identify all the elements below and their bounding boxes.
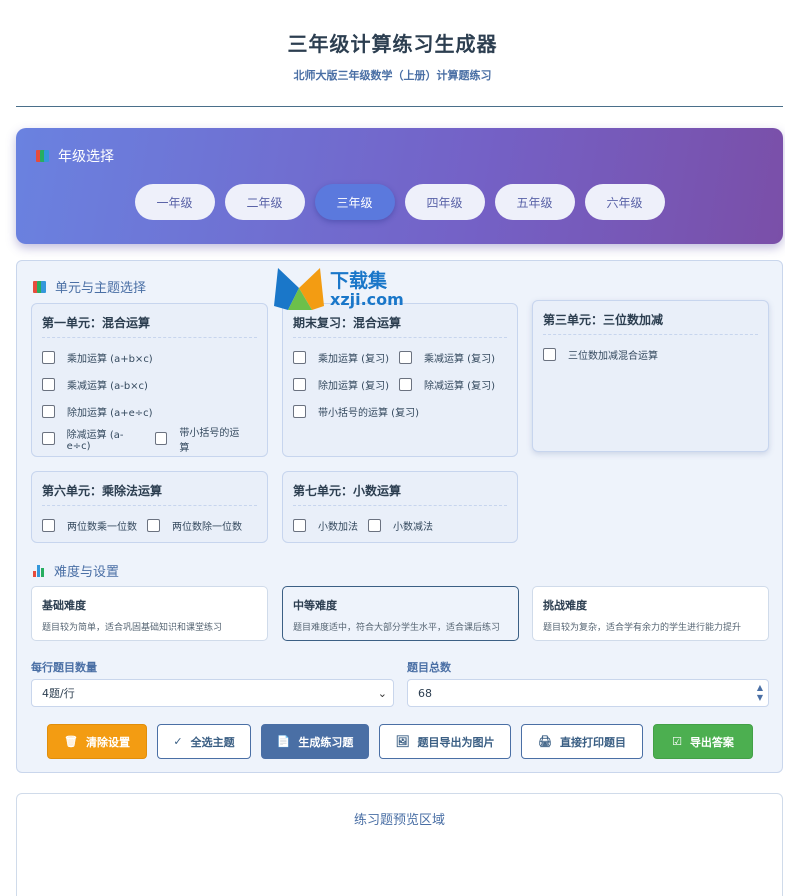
unit-card-7: 第七单元：小数运算 小数加法 小数减法 <box>282 471 518 543</box>
bar-chart-icon <box>33 564 46 577</box>
image-icon: 🖼 <box>395 735 410 748</box>
clear-settings-button[interactable]: 🗑 清除设置 <box>47 724 147 759</box>
generate-button[interactable]: 📄 生成练习题 <box>261 724 369 759</box>
unit-card-6: 第六单元：乘除法运算 两位数乘一位数 两位数除一位数 <box>31 471 268 543</box>
topic-checkbox[interactable] <box>42 432 55 445</box>
watermark-name: 下载集 <box>330 270 388 292</box>
topic-checkbox[interactable] <box>42 351 55 364</box>
difficulty-challenge[interactable]: 挑战难度 题目较为复杂，适合学有余力的学生进行能力提升 <box>532 586 769 641</box>
books-icon <box>36 150 50 162</box>
page-subtitle: 北师大版三年级数学（上册）计算题练习 <box>293 69 492 82</box>
per-row-select[interactable]: 4题/行 ⌄ <box>31 679 394 707</box>
topic-checkbox[interactable] <box>154 432 168 445</box>
topic-checkbox[interactable] <box>293 519 306 532</box>
preview-title: 练习题预览区域 <box>353 813 445 828</box>
topic-checkbox[interactable] <box>42 519 55 532</box>
topic-option[interactable]: 乘减运算 (a-b×c) <box>42 377 148 392</box>
grade-panel: 年级选择 一年级 二年级 三年级 四年级 五年级 六年级 <box>16 128 783 244</box>
difficulty-title: 挑战难度 <box>543 599 587 612</box>
document-icon: 📄 <box>276 735 291 748</box>
page-title: 三年级计算练习生成器 <box>287 32 498 56</box>
topic-checkbox[interactable] <box>398 378 412 391</box>
grade-section-label: 年级选择 <box>58 149 114 165</box>
topic-option[interactable]: 两位数乘一位数 <box>42 518 137 533</box>
topic-option[interactable]: 除加运算 (a+e÷c) <box>42 404 153 419</box>
header-divider <box>16 106 783 107</box>
books-icon <box>33 280 47 293</box>
difficulty-basic[interactable]: 基础难度 题目较为简单，适合巩固基础知识和课堂练习 <box>31 586 268 641</box>
preview-area: 练习题预览区域 <box>16 793 783 896</box>
grade-tab-2[interactable]: 二年级 <box>224 184 305 220</box>
spinner-icon[interactable]: ▲ ▼ <box>757 683 763 703</box>
grade-tab-4[interactable]: 四年级 <box>404 184 485 220</box>
watermark-logo-icon <box>274 268 324 310</box>
topic-option[interactable]: 带小括号的运算 (复习) <box>293 404 419 419</box>
unit-title: 第六单元：乘除法运算 <box>42 482 257 506</box>
per-row-label: 每行题目数量 <box>31 661 97 674</box>
difficulty-section-label: 难度与设置 <box>54 565 120 580</box>
unit-title: 期末复习：混合运算 <box>293 314 507 338</box>
topic-checkbox[interactable] <box>368 519 381 532</box>
difficulty-desc: 题目难度适中，符合大部分学生水平，适合课后练习 <box>293 623 501 633</box>
difficulty-desc: 题目较为简单，适合巩固基础知识和课堂练习 <box>42 623 223 633</box>
topic-option[interactable]: 除减运算 (a-e÷c) <box>42 426 145 452</box>
difficulty-section-header: 难度与设置 <box>33 561 119 580</box>
topic-checkbox[interactable] <box>42 378 55 391</box>
grade-tab-1[interactable]: 一年级 <box>134 184 215 220</box>
total-value: 68 <box>418 686 432 700</box>
check-icon: ✓ <box>173 735 183 748</box>
unit-card-1: 第一单元：混合运算 乘加运算 (a+b×c) 乘减运算 (a-b×c) 除加运算… <box>31 303 268 457</box>
total-input[interactable]: 68 ▲ ▼ <box>407 679 769 707</box>
watermark-url: xzji.com <box>330 290 404 309</box>
page-header: 三年级计算练习生成器 北师大版三年级数学（上册）计算题练习 <box>0 0 785 83</box>
per-row-value: 4题/行 <box>42 687 75 700</box>
checkbox-icon: ☑ <box>672 735 682 748</box>
unit-title: 第一单元：混合运算 <box>42 314 257 338</box>
difficulty-desc: 题目较为复杂，适合学有余力的学生进行能力提升 <box>543 623 742 633</box>
printer-icon: 🖨 <box>538 735 552 748</box>
topic-option[interactable]: 乘减运算 (复习) <box>398 350 495 365</box>
topic-option[interactable]: 小数减法 <box>368 518 433 533</box>
print-button[interactable]: 🖨 直接打印题目 <box>521 724 643 759</box>
topic-option[interactable]: 除减运算 (复习) <box>398 377 495 392</box>
topic-checkbox[interactable] <box>293 351 306 364</box>
difficulty-title: 基础难度 <box>42 599 86 612</box>
topic-option[interactable]: 小数加法 <box>293 518 358 533</box>
units-section-header: 单元与主题选择 <box>33 277 146 296</box>
units-section-label: 单元与主题选择 <box>55 281 147 296</box>
unit-card-review: 期末复习：混合运算 乘加运算 (复习) 乘减运算 (复习) 除加运算 (复习) … <box>282 303 518 457</box>
grade-tab-6[interactable]: 六年级 <box>584 184 665 220</box>
difficulty-medium[interactable]: 中等难度 题目难度适中，符合大部分学生水平，适合课后练习 <box>282 586 519 641</box>
trash-icon: 🗑 <box>64 735 78 748</box>
topic-option[interactable]: 乘加运算 (a+b×c) <box>42 350 153 365</box>
difficulty-title: 中等难度 <box>293 599 337 612</box>
watermark: 下载集 xzji.com <box>272 266 412 314</box>
topic-option[interactable]: 三位数加减混合运算 <box>543 347 658 362</box>
topic-option[interactable]: 除加运算 (复习) <box>293 377 389 392</box>
topic-option[interactable]: 两位数除一位数 <box>147 518 242 533</box>
topic-checkbox[interactable] <box>543 348 556 361</box>
unit-title: 第三单元：三位数加减 <box>543 311 758 335</box>
topic-option[interactable]: 带小括号的运算 <box>154 424 247 454</box>
topic-checkbox[interactable] <box>293 405 306 418</box>
topic-option[interactable]: 乘加运算 (复习) <box>293 350 389 365</box>
select-all-button[interactable]: ✓ 全选主题 <box>157 724 251 759</box>
unit-title: 第七单元：小数运算 <box>293 482 507 506</box>
grade-tab-3[interactable]: 三年级 <box>314 184 395 220</box>
topic-checkbox[interactable] <box>42 405 55 418</box>
settings-panel: 单元与主题选择 第一单元：混合运算 乘加运算 (a+b×c) 乘减运算 (a-b… <box>16 260 783 773</box>
grade-tab-5[interactable]: 五年级 <box>494 184 575 220</box>
unit-card-3: 第三单元：三位数加减 三位数加减混合运算 <box>532 300 769 452</box>
total-label: 题目总数 <box>407 661 451 674</box>
export-answers-button[interactable]: ☑ 导出答案 <box>653 724 753 759</box>
export-image-button[interactable]: 🖼 题目导出为图片 <box>379 724 511 759</box>
grade-tabs: 一年级 二年级 三年级 四年级 五年级 六年级 <box>16 184 783 220</box>
chevron-down-icon: ⌄ <box>377 686 387 700</box>
topic-checkbox[interactable] <box>398 351 412 364</box>
topic-checkbox[interactable] <box>147 519 160 532</box>
grade-section-header: 年级选择 <box>36 146 114 166</box>
topic-checkbox[interactable] <box>293 378 306 391</box>
